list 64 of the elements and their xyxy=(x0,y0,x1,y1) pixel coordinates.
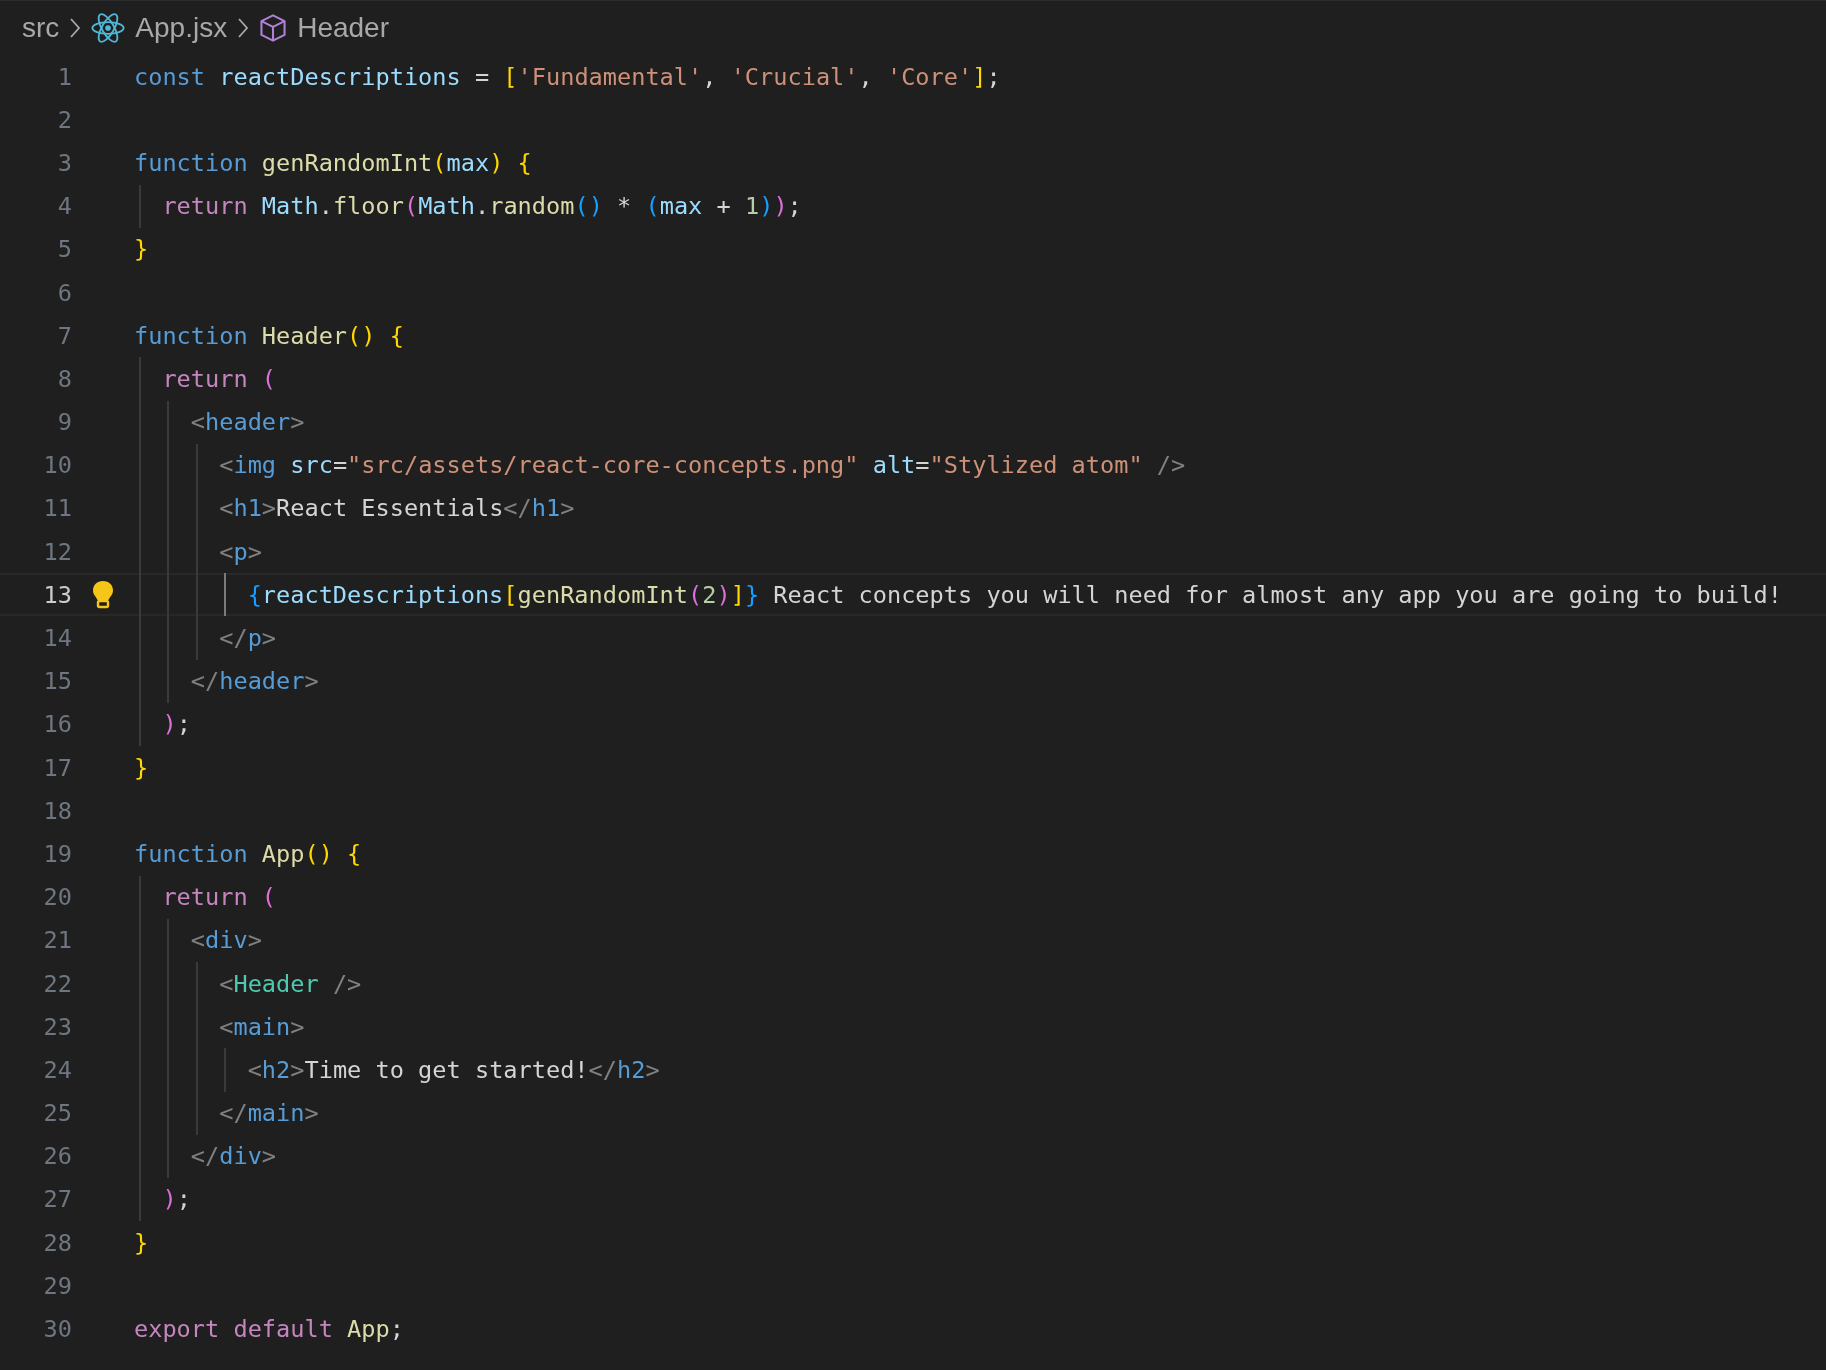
code-line: } xyxy=(134,235,149,264)
breadcrumb-item[interactable]: Header xyxy=(297,12,389,44)
code-line: } xyxy=(134,753,149,782)
lightbulb-icon[interactable] xyxy=(92,579,114,610)
line-number: 12 xyxy=(42,537,72,566)
line-number: 22 xyxy=(42,969,72,998)
line-number: 16 xyxy=(42,710,72,739)
line-number: 2 xyxy=(56,105,72,134)
line-number: 30 xyxy=(42,1315,72,1344)
code-line: <Header /> xyxy=(219,969,362,998)
code-line: <h1>React Essentials</h1> xyxy=(219,494,575,523)
line-number: 13 xyxy=(42,580,72,609)
code-line: {reactDescriptions[genRandomInt(2)]} React concepts you will need for almost any app you are going to build! xyxy=(247,580,1782,609)
line-number: 14 xyxy=(42,624,72,653)
code-line: return Math.floor(Math.random() * (max + 1)); xyxy=(162,192,802,221)
code-line: <header> xyxy=(190,408,305,437)
breadcrumb-item[interactable]: App.jsx xyxy=(135,12,228,44)
line-number: 25 xyxy=(42,1099,72,1128)
line-number: 18 xyxy=(42,796,72,825)
line-number: 8 xyxy=(56,364,72,393)
atom-icon xyxy=(91,12,126,44)
code-line: </main> xyxy=(219,1099,319,1128)
line-number: 29 xyxy=(42,1271,72,1300)
line-number: 15 xyxy=(42,667,72,696)
code-line: function genRandomInt(max) { xyxy=(134,148,532,177)
chevron-icon xyxy=(237,17,250,39)
code-line: <h2>Time to get started!</h2> xyxy=(247,1055,660,1084)
code-line: const reactDescriptions = ['Fundamental', 'Crucial', 'Core']; xyxy=(134,62,1001,91)
cube-icon xyxy=(259,13,288,43)
code-line: ); xyxy=(162,1185,191,1214)
line-number: 20 xyxy=(42,883,72,912)
line-number: 7 xyxy=(56,321,72,350)
code-line: </header> xyxy=(190,667,319,696)
line-number: 10 xyxy=(42,451,72,480)
code-line: } xyxy=(134,1228,149,1257)
code-line: function Header() { xyxy=(134,321,404,350)
code-line: <p> xyxy=(219,537,262,566)
line-number: 6 xyxy=(56,278,72,307)
chevron-icon xyxy=(69,17,82,39)
line-number: 3 xyxy=(56,148,72,177)
line-number: 26 xyxy=(42,1142,72,1171)
line-number: 24 xyxy=(42,1055,72,1084)
code-line: function App() { xyxy=(134,839,362,868)
line-number: 5 xyxy=(56,235,72,264)
code-line: <main> xyxy=(219,1012,305,1041)
line-number: 27 xyxy=(42,1185,72,1214)
code-line: <img src="src/assets/react-core-concepts.png" alt="Stylized atom" /> xyxy=(219,451,1186,480)
code-line: return ( xyxy=(162,883,277,912)
line-number: 23 xyxy=(42,1012,72,1041)
line-number: 4 xyxy=(56,192,72,221)
line-number: 19 xyxy=(42,839,72,868)
line-number: 17 xyxy=(42,753,72,782)
code-line: </div> xyxy=(190,1142,277,1171)
line-number: 21 xyxy=(42,926,72,955)
code-line: return ( xyxy=(162,364,277,393)
code-line: <div> xyxy=(190,926,262,955)
line-number: 9 xyxy=(56,408,72,437)
line-number: 1 xyxy=(56,62,72,91)
code-line: </p> xyxy=(219,624,277,653)
code-line: export default App; xyxy=(134,1315,404,1344)
line-number: 28 xyxy=(42,1228,72,1257)
code-line: ); xyxy=(162,710,191,739)
line-number: 11 xyxy=(42,494,72,523)
breadcrumb-item[interactable]: src xyxy=(22,12,60,44)
